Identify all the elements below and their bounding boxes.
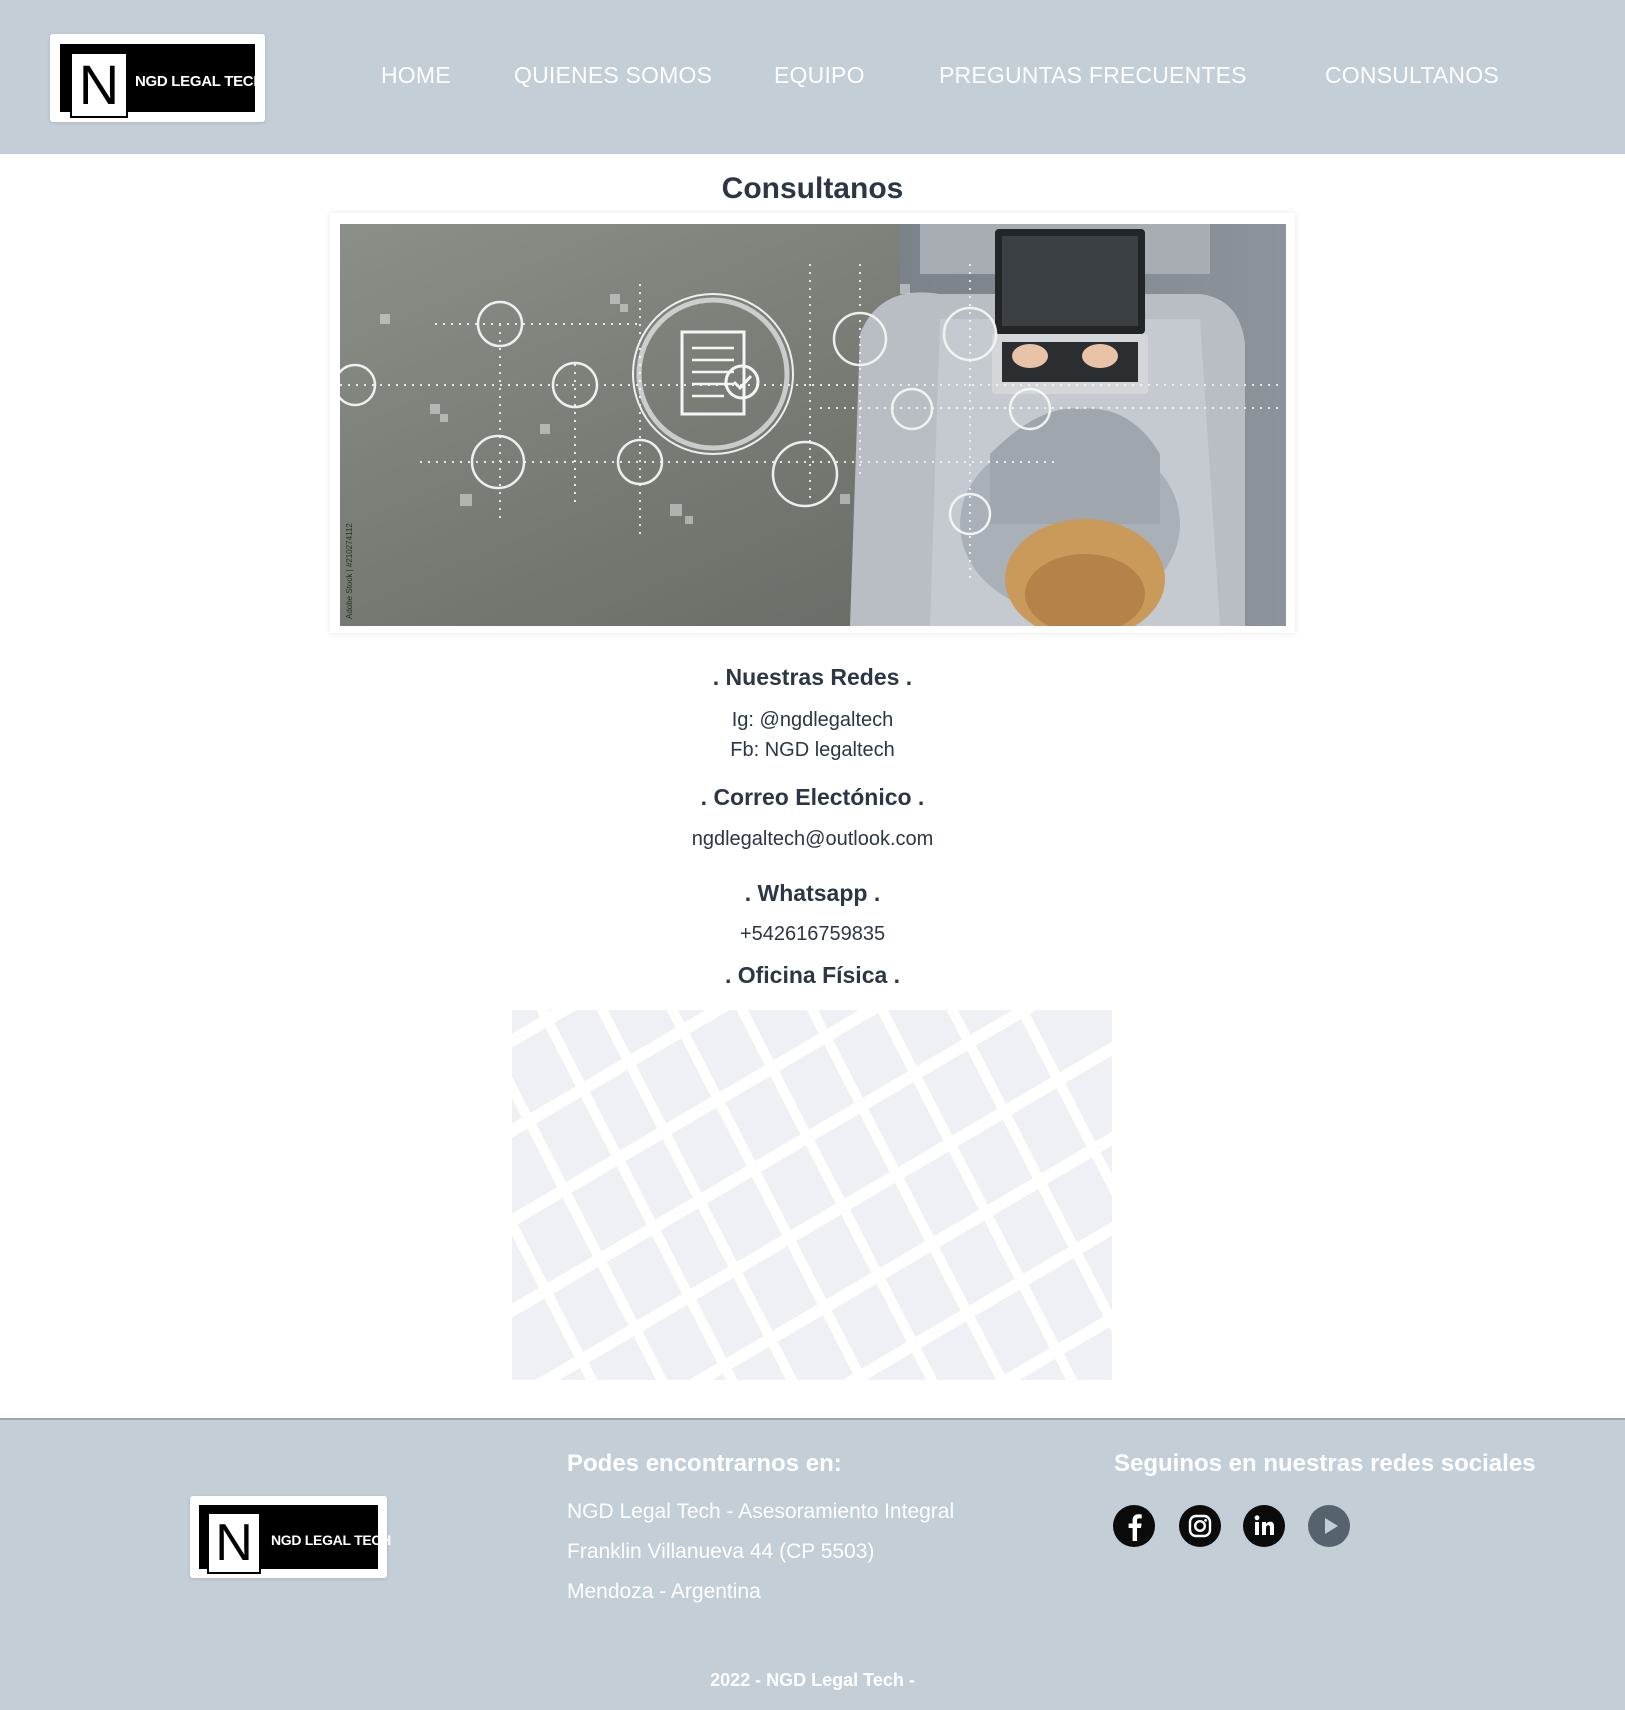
correo-heading: . Correo Electónico . — [700, 784, 925, 810]
oficina-heading: . Oficina Física . — [724, 962, 901, 988]
map-tiles — [512, 1010, 1112, 1380]
footer-social-heading: Seguinos en nuestras redes sociales — [1114, 1450, 1536, 1477]
whatsapp-phone[interactable]: +542616759835 — [0, 923, 1625, 946]
logo-black-panel: N NGD LEGAL TECH — [60, 44, 264, 118]
logo-brand-text: NGD LEGAL TECH — [271, 1532, 391, 1548]
footer-copyright: 2022 - NGD Legal Tech - — [710, 1670, 915, 1690]
site-header: N NGD LEGAL TECH HOME QUIENES SOMOS EQUI… — [0, 0, 1625, 154]
nav-equipo[interactable]: EQUIPO — [774, 62, 865, 89]
hero-watermark: Adobe Stock | #210274112 — [345, 523, 354, 619]
redes-facebook: Fb: NGD legaltech — [730, 739, 895, 761]
footer-address-heading: Podes encontrarnos en: — [567, 1450, 842, 1477]
logo-letter: N — [78, 53, 120, 116]
footer-address-line: Franklin Villanueva 44 (CP 5503) — [567, 1540, 875, 1563]
logo-brand-text: NGD LEGAL TECH — [135, 73, 264, 90]
office-map[interactable] — [512, 1010, 1112, 1380]
logo-black-panel: N NGD LEGAL TECH — [199, 1505, 391, 1574]
header-logo[interactable]: N NGD LEGAL TECH — [50, 34, 265, 122]
footer-address-line: Mendoza - Argentina — [567, 1580, 761, 1603]
logo-letter: N — [215, 1514, 253, 1572]
site-footer: N NGD LEGAL TECH Podes encontrarnos en: … — [0, 1418, 1625, 1710]
nav-home[interactable]: HOME — [381, 62, 451, 89]
footer-logo[interactable]: N NGD LEGAL TECH — [190, 1496, 391, 1578]
whatsapp-heading: . Whatsapp . — [744, 880, 881, 906]
facebook-icon[interactable] — [1113, 1505, 1155, 1547]
hero-illustration: Adobe Stock | #210274112 — [340, 224, 1286, 626]
nav-consultanos[interactable]: CONSULTANOS — [1325, 62, 1499, 89]
youtube-play-icon[interactable] — [1308, 1505, 1350, 1547]
logo-n-box: N — [70, 52, 128, 118]
redes-heading: . Nuestras Redes . — [712, 664, 913, 690]
hero-image: Adobe Stock | #210274112 — [340, 224, 1286, 626]
redes-instagram: Ig: @ngdlegaltech — [731, 709, 894, 731]
page-title: Consultanos — [721, 172, 904, 205]
correo-email[interactable]: ngdlegaltech@outlook.com — [0, 828, 1625, 851]
instagram-icon[interactable] — [1179, 1505, 1221, 1547]
footer-address-line: NGD Legal Tech - Asesoramiento Integral — [567, 1500, 955, 1523]
linkedin-icon[interactable] — [1243, 1505, 1285, 1547]
nav-quienes-somos[interactable]: QUIENES SOMOS — [514, 62, 712, 89]
logo-n-box: N — [207, 1512, 261, 1574]
nav-preguntas-frecuentes[interactable]: PREGUNTAS FRECUENTES — [939, 62, 1247, 89]
